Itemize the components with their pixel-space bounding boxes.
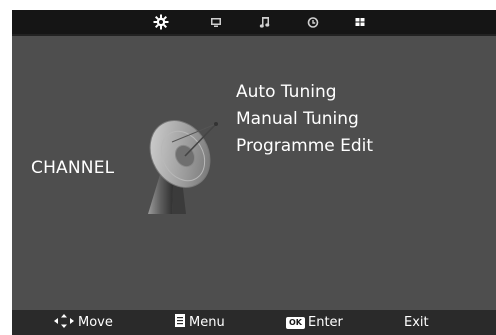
hint-menu-label: Menu xyxy=(189,315,225,330)
hint-exit: Exit xyxy=(404,310,429,335)
music-note-icon[interactable] xyxy=(257,14,273,30)
lock-grid-icon[interactable] xyxy=(352,14,368,30)
hint-enter-label: Enter xyxy=(308,315,343,330)
menu-item-manual-tuning[interactable]: Manual Tuning xyxy=(236,106,373,133)
tab-bar-divider xyxy=(12,34,496,36)
clock-icon[interactable] xyxy=(305,14,321,30)
category-title: CHANNEL xyxy=(31,158,115,178)
menu-item-auto-tuning[interactable]: Auto Tuning xyxy=(236,79,373,106)
hint-move: Move xyxy=(54,310,113,335)
satellite-dish-icon xyxy=(142,110,224,218)
ok-key-badge: OK xyxy=(286,316,305,329)
tab-bar xyxy=(12,10,496,34)
hint-enter: OK Enter xyxy=(286,310,343,335)
menu-list-icon xyxy=(175,314,185,331)
monitor-icon[interactable] xyxy=(208,14,224,30)
hint-menu: Menu xyxy=(175,310,225,335)
menu-item-programme-edit[interactable]: Programme Edit xyxy=(236,133,373,160)
osd-screen: CHANNEL Auto Tuning Manual Tuning Progra… xyxy=(12,10,496,335)
dpad-arrows-icon xyxy=(54,313,74,332)
hint-exit-label: Exit xyxy=(404,315,429,330)
key-hint-bar: Move Menu OK Enter Exit xyxy=(12,310,496,335)
settings-gear-icon[interactable] xyxy=(153,14,169,30)
channel-menu: Auto Tuning Manual Tuning Programme Edit xyxy=(236,79,373,160)
hint-move-label: Move xyxy=(78,315,113,330)
